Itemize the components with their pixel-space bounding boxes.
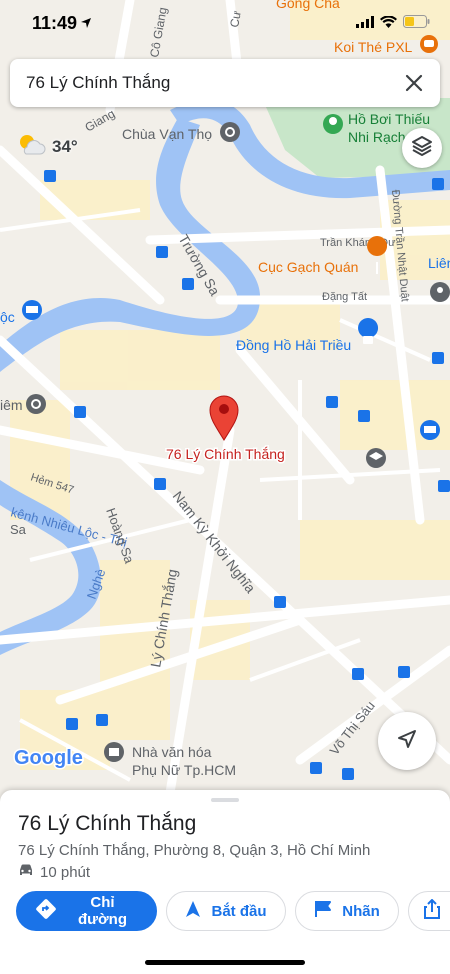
- status-time: 11:49: [32, 13, 78, 33]
- place-sheet[interactable]: 76 Lý Chính Thắng 76 Lý Chính Thắng, Phư…: [0, 790, 450, 974]
- bus-stop-icon[interactable]: [438, 480, 450, 492]
- poi-label: ộc: [0, 309, 15, 325]
- place-address: 76 Lý Chính Thắng, Phường 8, Quận 3, Hồ …: [18, 842, 371, 859]
- bus-stop-icon[interactable]: [310, 762, 322, 774]
- home-indicator[interactable]: [145, 960, 305, 965]
- bus-stop-icon[interactable]: [96, 714, 108, 726]
- my-location-button[interactable]: [378, 712, 436, 770]
- bus-stop-icon[interactable]: [398, 666, 410, 678]
- signal-icon: [356, 15, 374, 33]
- bus-stop-icon[interactable]: [66, 718, 78, 730]
- poi-marker-school[interactable]: [366, 448, 386, 468]
- close-icon[interactable]: [400, 69, 428, 97]
- bus-stop-icon[interactable]: [182, 278, 194, 290]
- travel-time: 10 phút: [40, 863, 91, 881]
- poi-label: Nhà văn hóa: [132, 744, 212, 760]
- share-button[interactable]: [408, 891, 450, 931]
- label-button-text: Nhãn: [342, 902, 380, 920]
- poi-marker-pool[interactable]: [323, 114, 343, 134]
- bus-stop-icon[interactable]: [352, 668, 364, 680]
- partly-cloudy-icon: [16, 132, 46, 161]
- status-bar: 11:49: [0, 0, 450, 48]
- bus-stop-icon[interactable]: [44, 170, 56, 182]
- directions-icon: [35, 898, 57, 924]
- place-title: 76 Lý Chính Thắng: [18, 812, 197, 835]
- travel-info: 10 phút: [18, 863, 90, 881]
- weather-temperature: 34°: [52, 136, 78, 156]
- layers-icon: [411, 135, 433, 162]
- poi-marker-cart-right[interactable]: [420, 420, 440, 440]
- battery-icon: [403, 15, 430, 33]
- poi-label: Đồng Hồ Hải Triều: [236, 337, 351, 353]
- poi-marker-cart-left[interactable]: [22, 300, 42, 320]
- wifi-icon: [380, 15, 397, 33]
- start-button[interactable]: Bắt đầu: [166, 891, 286, 931]
- poi-label: Cục Gạch Quán: [258, 259, 358, 275]
- action-row: Chỉ đường Bắt đầu Nhãn: [16, 891, 450, 931]
- bus-stop-icon[interactable]: [432, 352, 444, 364]
- search-query[interactable]: 76 Lý Chính Thắng: [26, 73, 170, 93]
- bus-stop-icon[interactable]: [154, 478, 166, 490]
- poi-label: Phụ Nữ Tp.HCM: [132, 762, 236, 778]
- poi-marker-temple-left[interactable]: [26, 394, 46, 414]
- pin-label: 76 Lý Chính Thắng: [166, 446, 285, 462]
- bus-stop-icon[interactable]: [432, 178, 444, 190]
- bus-stop-icon[interactable]: [274, 596, 286, 608]
- directions-label: Chỉ đường: [77, 894, 127, 928]
- status-icons: [356, 15, 430, 33]
- street-label: Đặng Tất: [322, 291, 367, 303]
- poi-marker-culture-house[interactable]: [104, 742, 124, 762]
- sheet-drag-handle[interactable]: [211, 798, 239, 802]
- car-icon: [18, 863, 34, 881]
- street-label: Sa: [10, 522, 27, 537]
- google-logo: Google: [14, 747, 83, 769]
- layers-button[interactable]: [402, 128, 442, 168]
- search-bar[interactable]: 76 Lý Chính Thắng: [10, 59, 440, 107]
- navigation-icon: [185, 900, 201, 922]
- navigation-arrow-icon: [396, 728, 418, 755]
- start-label: Bắt đầu: [211, 902, 267, 920]
- bus-stop-icon[interactable]: [358, 410, 370, 422]
- poi-label: Hồ Bơi Thiếu: [348, 111, 430, 127]
- bus-stop-icon[interactable]: [342, 768, 354, 780]
- bus-stop-icon[interactable]: [156, 246, 168, 258]
- poi-label: Chùa Vạn Thọ: [122, 126, 212, 142]
- poi-label: iêm: [0, 397, 23, 413]
- poi-marker-lien[interactable]: [430, 282, 450, 302]
- share-icon: [423, 898, 441, 923]
- weather-widget[interactable]: 34°: [16, 132, 78, 161]
- directions-button[interactable]: Chỉ đường: [16, 891, 157, 931]
- bus-stop-icon[interactable]: [326, 396, 338, 408]
- bus-stop-icon[interactable]: [74, 406, 86, 418]
- poi-label: Liên: [428, 255, 450, 271]
- flag-icon: [314, 900, 332, 922]
- label-button[interactable]: Nhãn: [295, 891, 399, 931]
- poi-label: Nhi Rạch: [348, 129, 406, 145]
- poi-marker-pagoda[interactable]: [220, 122, 240, 142]
- location-arrow-icon: [80, 16, 92, 34]
